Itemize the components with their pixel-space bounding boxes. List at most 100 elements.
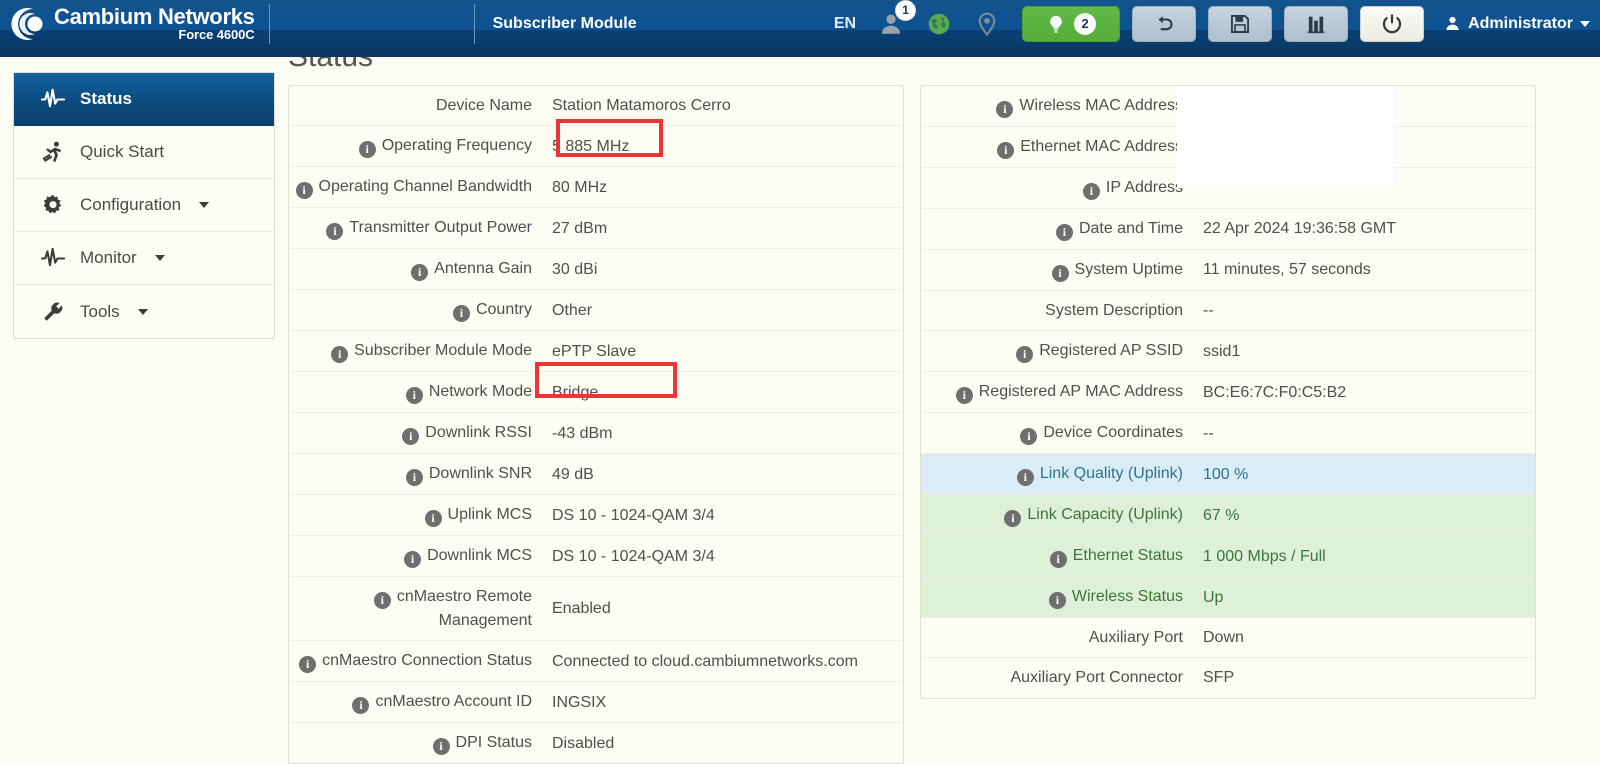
info-icon[interactable]: i xyxy=(404,551,422,569)
table-row: i Registered AP SSID ssid1 xyxy=(921,331,1535,372)
export-button[interactable] xyxy=(1284,5,1349,42)
table-row: i Ethernet Status 1 000 Mbps / Full xyxy=(921,535,1535,577)
sidebar-item-quick-start[interactable]: Quick Start xyxy=(14,126,274,179)
row-value-cell: Other xyxy=(542,290,903,331)
info-icon[interactable]: i xyxy=(295,182,313,200)
row-value: Down xyxy=(1203,629,1244,647)
sidebar-item-label: Status xyxy=(80,89,132,108)
row-label-cell: i DPI Status xyxy=(289,723,542,764)
info-icon[interactable]: i xyxy=(997,142,1015,159)
alerts-button[interactable]: 2 xyxy=(1022,5,1121,42)
info-icon[interactable]: i xyxy=(1016,469,1034,487)
info-icon[interactable]: i xyxy=(326,223,344,241)
row-value: BC:E6:7C:F0:C5:B2 xyxy=(1203,383,1347,401)
row-label: Device Name xyxy=(435,97,532,114)
table-row: i Device Coordinates -- xyxy=(921,413,1535,454)
undo-button[interactable] xyxy=(1132,5,1197,42)
row-label-cell: i Antenna Gain xyxy=(289,249,542,290)
info-icon[interactable]: i xyxy=(1055,224,1073,241)
row-value-cell: 27 dBm xyxy=(542,208,903,249)
sidebar-item-configuration[interactable]: Configuration xyxy=(14,179,274,232)
info-icon[interactable]: i xyxy=(299,656,317,674)
globe-button[interactable] xyxy=(926,11,952,37)
row-value: 67 % xyxy=(1203,506,1240,524)
row-label: cnMaestro Remote Management xyxy=(396,588,532,630)
table-row: i Link Quality (Uplink) 100 % xyxy=(921,453,1535,495)
info-icon[interactable]: i xyxy=(1020,428,1038,446)
row-value-cell: 1 000 Mbps / Full xyxy=(1193,536,1535,577)
row-label-cell: i cnMaestro Remote Management xyxy=(289,577,542,641)
language-selector[interactable]: EN xyxy=(834,15,856,33)
info-icon[interactable]: i xyxy=(405,469,423,487)
row-label-cell: i Uplink MCS xyxy=(289,495,542,536)
row-label: Transmitter Output Power xyxy=(349,219,532,237)
row-label: Link Capacity (Uplink) xyxy=(1027,506,1183,524)
info-icon[interactable]: i xyxy=(331,346,349,364)
sidebar-item-label: Monitor xyxy=(80,248,137,267)
row-label-cell: i Subscriber Module Mode xyxy=(289,331,542,372)
user-sessions-button[interactable]: 1 xyxy=(878,0,917,37)
row-value-cell: -43 dBm xyxy=(542,413,903,454)
row-label: Uplink MCS xyxy=(447,506,532,524)
info-icon[interactable]: i xyxy=(1016,346,1034,364)
row-value: Enabled xyxy=(552,600,611,618)
row-label-cell: i Registered AP MAC Address xyxy=(921,372,1193,413)
row-label-cell: i cnMaestro Account ID xyxy=(289,682,542,723)
row-value: INGSIX xyxy=(552,693,607,711)
chevron-down-icon xyxy=(154,255,165,261)
info-icon[interactable]: i xyxy=(405,387,423,405)
row-value-cell: Connected to cloud.cambiumnetworks.com xyxy=(542,641,903,682)
sidebar-item-label: Quick Start xyxy=(80,142,165,161)
info-icon[interactable]: i xyxy=(373,592,391,610)
info-icon[interactable]: i xyxy=(411,264,429,282)
pulse-icon xyxy=(41,247,65,267)
pulse-icon xyxy=(40,86,66,112)
row-label: DPI Status xyxy=(455,734,532,752)
info-icon[interactable]: i xyxy=(432,738,450,756)
brand-model: Force 4600C xyxy=(178,27,255,43)
info-icon[interactable]: i xyxy=(1051,265,1069,282)
row-value-cell: 100 % xyxy=(1193,454,1535,495)
header-divider-1 xyxy=(268,3,270,44)
info-icon[interactable]: i xyxy=(996,101,1014,118)
row-label: Antenna Gain xyxy=(434,260,532,278)
row-value-cell: Bridge xyxy=(542,372,903,413)
row-value-cell: 67 % xyxy=(1193,495,1535,536)
table-row: i Operating Frequency 5 885 MHz xyxy=(289,126,903,167)
row-label-cell: i IP Address xyxy=(921,168,1193,209)
map-pin-icon xyxy=(978,12,996,36)
power-button[interactable] xyxy=(1360,5,1425,42)
info-icon[interactable]: i xyxy=(955,387,973,405)
alerts-badge: 2 xyxy=(1074,12,1097,35)
pulse-icon xyxy=(41,88,65,108)
info-icon[interactable]: i xyxy=(352,697,370,715)
sidebar-item-tools[interactable]: Tools xyxy=(14,285,274,338)
row-value: 5 885 MHz xyxy=(552,137,630,155)
row-label-cell: i Link Quality (Uplink) xyxy=(921,454,1193,495)
info-icon[interactable]: i xyxy=(424,510,442,528)
admin-menu[interactable]: Administrator xyxy=(1444,15,1590,33)
table-row: i cnMaestro Remote Management Enabled xyxy=(289,577,903,641)
sidebar-item-monitor[interactable]: Monitor xyxy=(14,232,274,285)
info-icon[interactable]: i xyxy=(1004,510,1022,528)
info-icon[interactable]: i xyxy=(452,305,470,323)
row-value-cell: Disabled xyxy=(542,723,903,764)
avatar-icon xyxy=(1446,16,1459,31)
info-icon[interactable]: i xyxy=(1082,183,1100,200)
info-icon[interactable]: i xyxy=(1048,592,1066,610)
row-value-cell: 22 Apr 2024 19:36:58 GMT xyxy=(1193,209,1535,250)
info-icon[interactable]: i xyxy=(358,141,376,159)
row-value: SFP xyxy=(1203,669,1235,687)
location-button[interactable] xyxy=(974,11,1000,37)
info-icon[interactable]: i xyxy=(402,428,420,446)
save-button[interactable] xyxy=(1208,5,1273,42)
info-icon[interactable]: i xyxy=(1049,551,1067,569)
row-label-cell: i Downlink MCS xyxy=(289,536,542,577)
row-label-cell: Device Name xyxy=(289,86,542,126)
gear-icon xyxy=(43,194,62,214)
table-row: Auxiliary Port Down xyxy=(921,618,1535,658)
sidebar-item-status[interactable]: Status xyxy=(14,73,274,126)
table-row: i Uplink MCS DS 10 - 1024-QAM 3/4 xyxy=(289,495,903,536)
row-label: cnMaestro Connection Status xyxy=(322,652,532,670)
row-label-cell: i Wireless MAC Address xyxy=(921,86,1193,127)
